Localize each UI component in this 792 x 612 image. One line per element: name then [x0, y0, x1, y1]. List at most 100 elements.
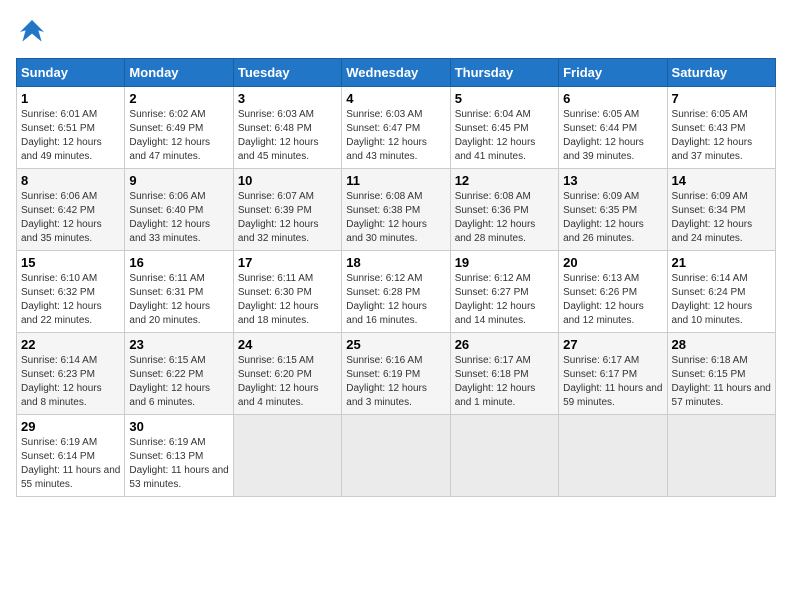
calendar-cell: 15 Sunrise: 6:10 AM Sunset: 6:32 PM Dayl…	[17, 251, 125, 333]
day-number: 27	[563, 337, 662, 352]
calendar-cell: 19 Sunrise: 6:12 AM Sunset: 6:27 PM Dayl…	[450, 251, 558, 333]
calendar-cell: 17 Sunrise: 6:11 AM Sunset: 6:30 PM Dayl…	[233, 251, 341, 333]
calendar-cell: 22 Sunrise: 6:14 AM Sunset: 6:23 PM Dayl…	[17, 333, 125, 415]
calendar-cell: 1 Sunrise: 6:01 AM Sunset: 6:51 PM Dayli…	[17, 87, 125, 169]
col-header-sunday: Sunday	[17, 59, 125, 87]
day-info: Sunrise: 6:17 AM Sunset: 6:17 PM Dayligh…	[563, 354, 662, 410]
calendar-cell: 8 Sunrise: 6:06 AM Sunset: 6:42 PM Dayli…	[17, 169, 125, 251]
day-number: 1	[21, 91, 120, 106]
calendar-cell: 11 Sunrise: 6:08 AM Sunset: 6:38 PM Dayl…	[342, 169, 450, 251]
day-number: 11	[346, 173, 445, 188]
day-number: 8	[21, 173, 120, 188]
calendar-cell: 25 Sunrise: 6:16 AM Sunset: 6:19 PM Dayl…	[342, 333, 450, 415]
day-info: Sunrise: 6:11 AM Sunset: 6:30 PM Dayligh…	[238, 272, 337, 328]
col-header-friday: Friday	[559, 59, 667, 87]
day-number: 6	[563, 91, 662, 106]
col-header-wednesday: Wednesday	[342, 59, 450, 87]
day-number: 19	[455, 255, 554, 270]
calendar-cell: 14 Sunrise: 6:09 AM Sunset: 6:34 PM Dayl…	[667, 169, 775, 251]
col-header-saturday: Saturday	[667, 59, 775, 87]
day-info: Sunrise: 6:01 AM Sunset: 6:51 PM Dayligh…	[21, 108, 120, 164]
logo	[16, 16, 52, 48]
day-info: Sunrise: 6:03 AM Sunset: 6:47 PM Dayligh…	[346, 108, 445, 164]
day-info: Sunrise: 6:09 AM Sunset: 6:35 PM Dayligh…	[563, 190, 662, 246]
calendar-cell	[450, 415, 558, 497]
day-info: Sunrise: 6:14 AM Sunset: 6:23 PM Dayligh…	[21, 354, 120, 410]
day-info: Sunrise: 6:12 AM Sunset: 6:27 PM Dayligh…	[455, 272, 554, 328]
day-number: 3	[238, 91, 337, 106]
calendar-cell: 13 Sunrise: 6:09 AM Sunset: 6:35 PM Dayl…	[559, 169, 667, 251]
day-number: 14	[672, 173, 771, 188]
day-info: Sunrise: 6:15 AM Sunset: 6:22 PM Dayligh…	[129, 354, 228, 410]
day-info: Sunrise: 6:18 AM Sunset: 6:15 PM Dayligh…	[672, 354, 771, 410]
calendar-cell: 24 Sunrise: 6:15 AM Sunset: 6:20 PM Dayl…	[233, 333, 341, 415]
day-number: 22	[21, 337, 120, 352]
day-info: Sunrise: 6:16 AM Sunset: 6:19 PM Dayligh…	[346, 354, 445, 410]
day-number: 29	[21, 419, 120, 434]
day-info: Sunrise: 6:15 AM Sunset: 6:20 PM Dayligh…	[238, 354, 337, 410]
day-number: 26	[455, 337, 554, 352]
col-header-tuesday: Tuesday	[233, 59, 341, 87]
day-number: 9	[129, 173, 228, 188]
calendar-cell: 4 Sunrise: 6:03 AM Sunset: 6:47 PM Dayli…	[342, 87, 450, 169]
day-number: 7	[672, 91, 771, 106]
calendar-cell: 7 Sunrise: 6:05 AM Sunset: 6:43 PM Dayli…	[667, 87, 775, 169]
day-info: Sunrise: 6:08 AM Sunset: 6:36 PM Dayligh…	[455, 190, 554, 246]
calendar-cell: 12 Sunrise: 6:08 AM Sunset: 6:36 PM Dayl…	[450, 169, 558, 251]
day-number: 13	[563, 173, 662, 188]
day-info: Sunrise: 6:07 AM Sunset: 6:39 PM Dayligh…	[238, 190, 337, 246]
day-number: 2	[129, 91, 228, 106]
day-info: Sunrise: 6:17 AM Sunset: 6:18 PM Dayligh…	[455, 354, 554, 410]
calendar-cell: 20 Sunrise: 6:13 AM Sunset: 6:26 PM Dayl…	[559, 251, 667, 333]
calendar-cell: 29 Sunrise: 6:19 AM Sunset: 6:14 PM Dayl…	[17, 415, 125, 497]
calendar-cell: 26 Sunrise: 6:17 AM Sunset: 6:18 PM Dayl…	[450, 333, 558, 415]
calendar-cell: 16 Sunrise: 6:11 AM Sunset: 6:31 PM Dayl…	[125, 251, 233, 333]
day-info: Sunrise: 6:06 AM Sunset: 6:40 PM Dayligh…	[129, 190, 228, 246]
day-info: Sunrise: 6:12 AM Sunset: 6:28 PM Dayligh…	[346, 272, 445, 328]
calendar-cell: 3 Sunrise: 6:03 AM Sunset: 6:48 PM Dayli…	[233, 87, 341, 169]
calendar-cell: 5 Sunrise: 6:04 AM Sunset: 6:45 PM Dayli…	[450, 87, 558, 169]
calendar-cell: 2 Sunrise: 6:02 AM Sunset: 6:49 PM Dayli…	[125, 87, 233, 169]
day-number: 16	[129, 255, 228, 270]
day-number: 21	[672, 255, 771, 270]
day-info: Sunrise: 6:03 AM Sunset: 6:48 PM Dayligh…	[238, 108, 337, 164]
calendar-table: SundayMondayTuesdayWednesdayThursdayFrid…	[16, 58, 776, 497]
day-number: 5	[455, 91, 554, 106]
calendar-cell: 30 Sunrise: 6:19 AM Sunset: 6:13 PM Dayl…	[125, 415, 233, 497]
day-number: 15	[21, 255, 120, 270]
day-info: Sunrise: 6:09 AM Sunset: 6:34 PM Dayligh…	[672, 190, 771, 246]
logo-icon	[16, 16, 48, 48]
day-number: 18	[346, 255, 445, 270]
calendar-cell: 18 Sunrise: 6:12 AM Sunset: 6:28 PM Dayl…	[342, 251, 450, 333]
day-info: Sunrise: 6:02 AM Sunset: 6:49 PM Dayligh…	[129, 108, 228, 164]
calendar-cell: 27 Sunrise: 6:17 AM Sunset: 6:17 PM Dayl…	[559, 333, 667, 415]
day-number: 4	[346, 91, 445, 106]
calendar-cell	[342, 415, 450, 497]
day-info: Sunrise: 6:13 AM Sunset: 6:26 PM Dayligh…	[563, 272, 662, 328]
day-info: Sunrise: 6:14 AM Sunset: 6:24 PM Dayligh…	[672, 272, 771, 328]
day-number: 20	[563, 255, 662, 270]
day-number: 25	[346, 337, 445, 352]
calendar-cell: 28 Sunrise: 6:18 AM Sunset: 6:15 PM Dayl…	[667, 333, 775, 415]
day-info: Sunrise: 6:19 AM Sunset: 6:13 PM Dayligh…	[129, 436, 228, 492]
day-number: 28	[672, 337, 771, 352]
calendar-cell: 6 Sunrise: 6:05 AM Sunset: 6:44 PM Dayli…	[559, 87, 667, 169]
col-header-monday: Monday	[125, 59, 233, 87]
col-header-thursday: Thursday	[450, 59, 558, 87]
day-info: Sunrise: 6:10 AM Sunset: 6:32 PM Dayligh…	[21, 272, 120, 328]
day-number: 24	[238, 337, 337, 352]
calendar-cell	[233, 415, 341, 497]
day-info: Sunrise: 6:05 AM Sunset: 6:44 PM Dayligh…	[563, 108, 662, 164]
day-info: Sunrise: 6:05 AM Sunset: 6:43 PM Dayligh…	[672, 108, 771, 164]
calendar-cell: 23 Sunrise: 6:15 AM Sunset: 6:22 PM Dayl…	[125, 333, 233, 415]
calendar-cell	[559, 415, 667, 497]
calendar-cell: 10 Sunrise: 6:07 AM Sunset: 6:39 PM Dayl…	[233, 169, 341, 251]
header	[16, 16, 776, 48]
day-info: Sunrise: 6:11 AM Sunset: 6:31 PM Dayligh…	[129, 272, 228, 328]
day-info: Sunrise: 6:08 AM Sunset: 6:38 PM Dayligh…	[346, 190, 445, 246]
day-number: 23	[129, 337, 228, 352]
calendar-cell	[667, 415, 775, 497]
day-info: Sunrise: 6:06 AM Sunset: 6:42 PM Dayligh…	[21, 190, 120, 246]
day-number: 30	[129, 419, 228, 434]
day-number: 10	[238, 173, 337, 188]
